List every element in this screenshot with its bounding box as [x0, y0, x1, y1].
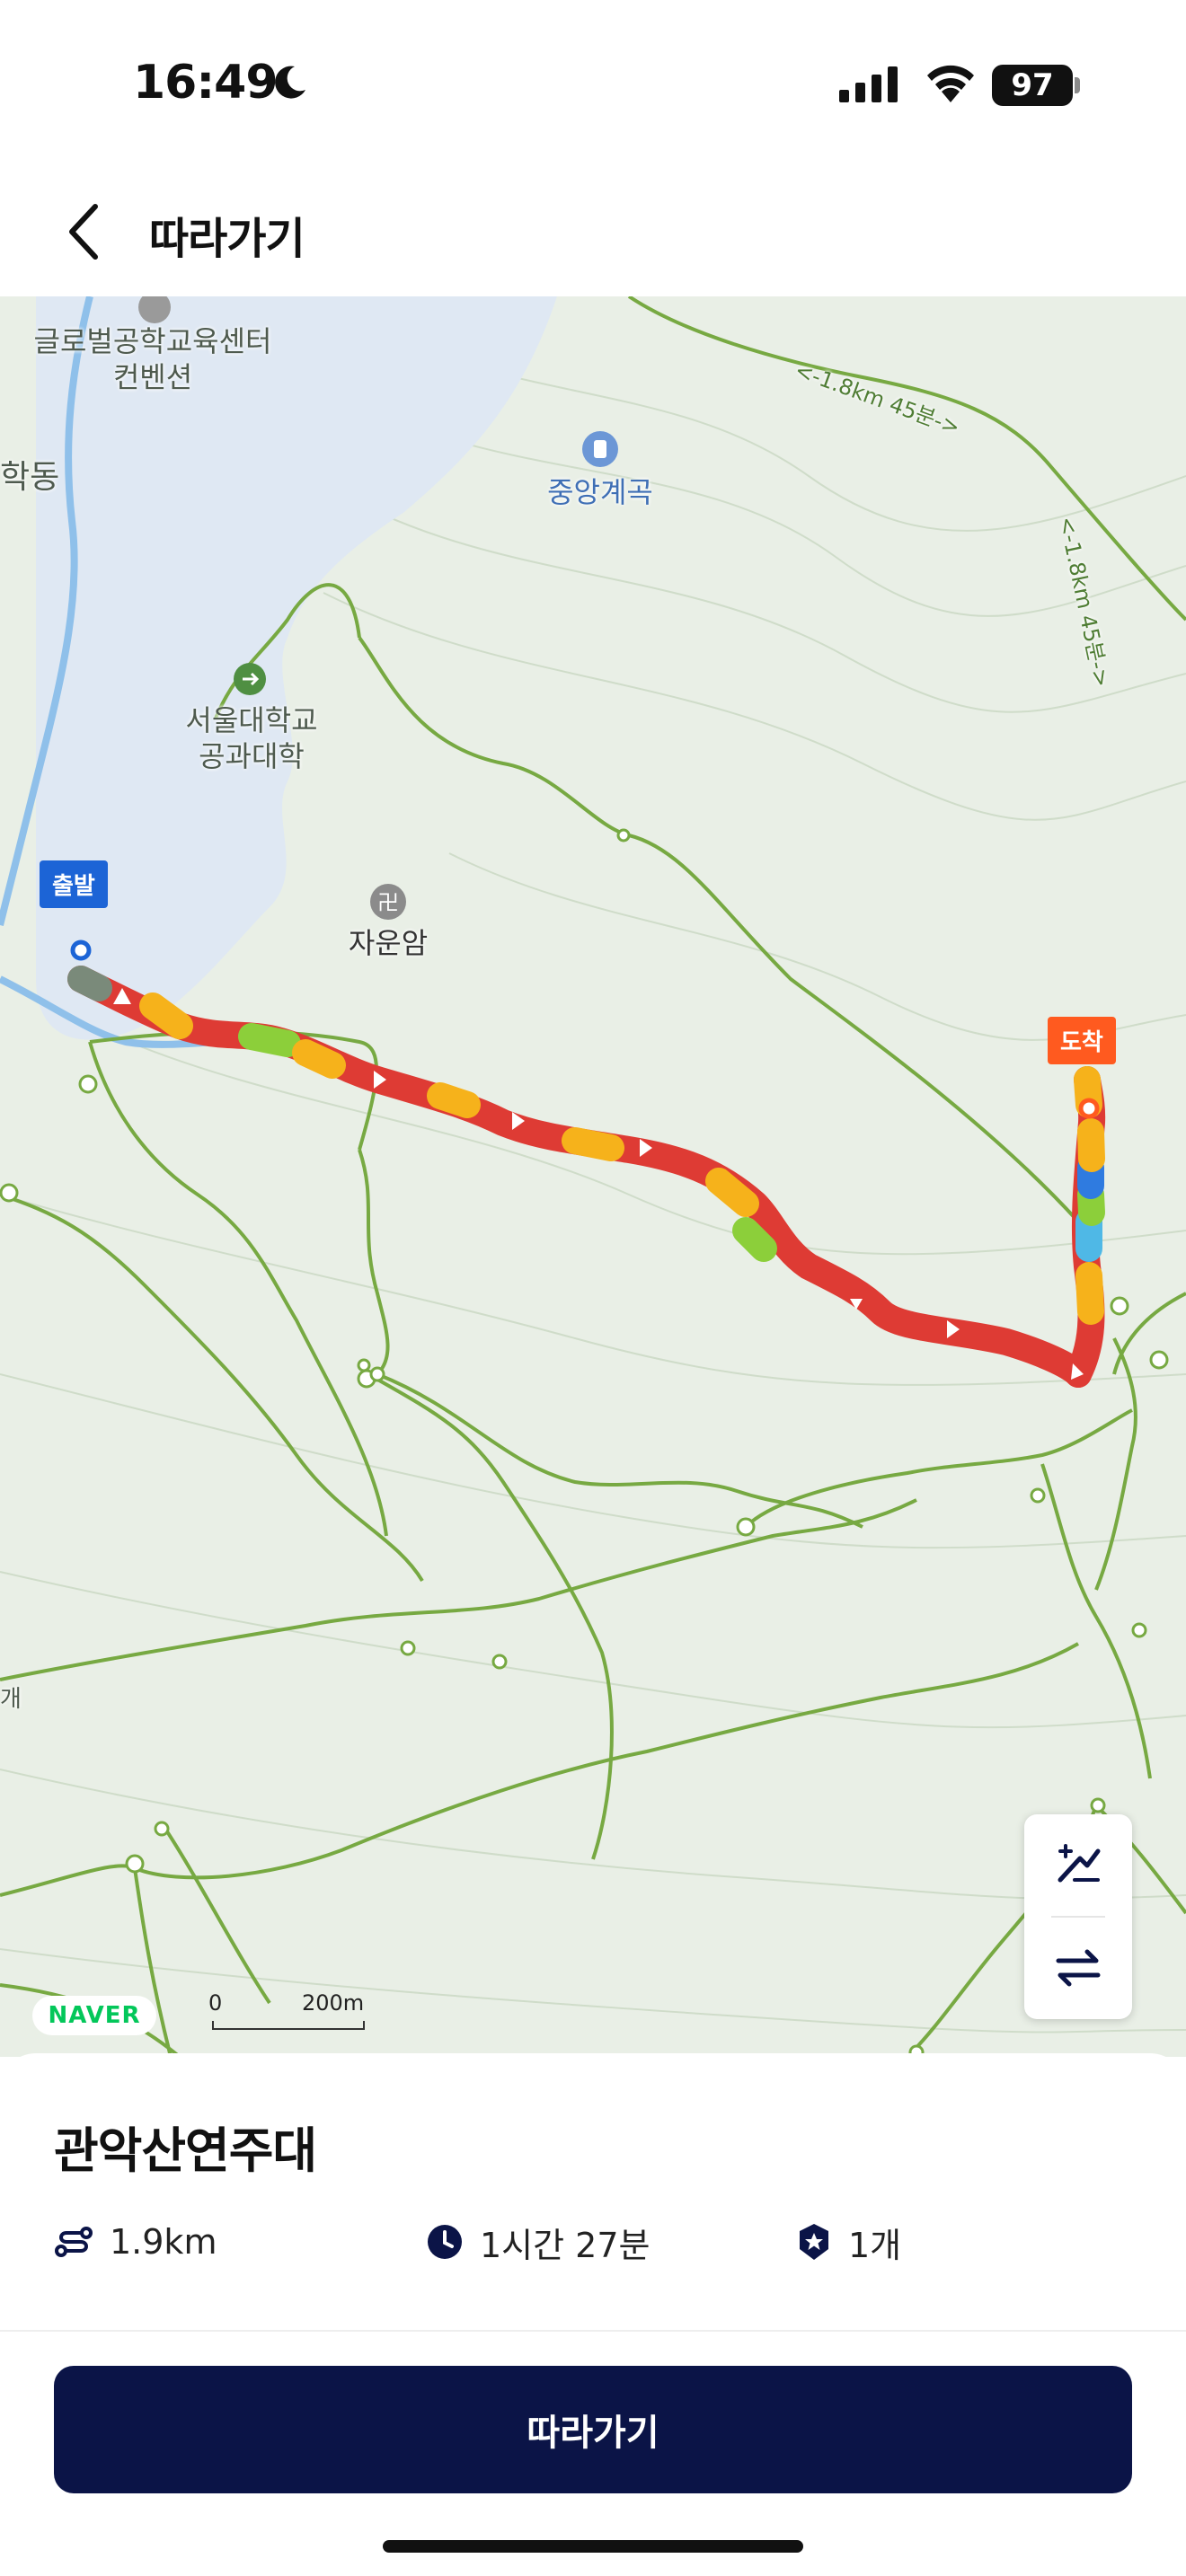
route-name: 관악산연주대 [54, 2122, 317, 2179]
elevation-icon [1058, 1844, 1101, 1883]
scale-line [212, 2021, 365, 2030]
dong-label: 학동 [0, 459, 60, 496]
moon-icon [275, 66, 305, 99]
scale-distance: 200m [302, 1990, 365, 2016]
wifi-icon [927, 65, 974, 102]
cellular-signal-icon [839, 66, 898, 102]
convention-label-line1: 글로벌공학교육센터 [33, 324, 272, 358]
temple-label: 자운암 [348, 926, 429, 960]
college-label: 서울대학교 공과대학 [171, 702, 332, 774]
route-distance-icon [55, 2227, 93, 2257]
scale-zero: 0 [208, 1990, 223, 2016]
clock-icon [428, 2225, 462, 2259]
end-tag: 도착 [1048, 1017, 1116, 1064]
map-controls [1024, 1814, 1132, 2019]
status-time: 16:49 [133, 56, 279, 110]
distance-value: 1.9km [110, 2222, 217, 2262]
duration-stat: 1시간 27분 [426, 2219, 651, 2265]
home-indicator[interactable] [383, 2540, 803, 2553]
battery-tip [1075, 77, 1080, 93]
duration-value: 1시간 27분 [480, 2225, 651, 2265]
battery-indicator: 97 [992, 65, 1073, 106]
sheet-divider [0, 2330, 1186, 2332]
start-marker-dot [70, 940, 92, 961]
campus-area [36, 296, 557, 1040]
end-marker-dot [1078, 1098, 1100, 1119]
svg-text:卍: 卍 [377, 890, 399, 915]
naver-logo: NAVER [32, 1996, 156, 2035]
page-title: 따라가기 [149, 214, 305, 264]
follow-route-button[interactable]: 따라가기 [54, 2366, 1132, 2493]
start-tag: 출발 [40, 860, 108, 908]
college-label-line2: 공과대학 [199, 739, 305, 773]
convention-label: 글로벌공학교육센터 컨벤션 [18, 323, 288, 395]
checkpoint-stat: 1개 [796, 2219, 901, 2265]
chevron-left-icon [69, 204, 98, 260]
back-button[interactable] [58, 199, 111, 264]
map-canvas: 卍 [0, 296, 1186, 2057]
reverse-route-button[interactable] [1024, 1919, 1132, 2017]
convention-label-line2: 컨벤션 [112, 360, 193, 394]
valley-label: 중앙계곡 [547, 475, 653, 509]
star-badge-icon [800, 2224, 828, 2260]
edge-fragment-label: 개 [0, 1686, 22, 1713]
elevation-toggle-button[interactable] [1024, 1814, 1132, 1913]
map-view[interactable]: 卍 글로벌공학교육센터 컨벤션 학동 중앙계곡 서울대학교 공과대학 자운암 <… [0, 296, 1186, 2057]
distance-stat: 1.9km [54, 2219, 217, 2265]
checkpoint-value: 1개 [848, 2225, 902, 2265]
college-label-line1: 서울대학교 [185, 703, 318, 737]
controls-divider [1051, 1916, 1105, 1918]
swap-arrows-icon [1056, 1949, 1101, 1987]
map-scale-bar: 0 200m [208, 1990, 370, 2035]
